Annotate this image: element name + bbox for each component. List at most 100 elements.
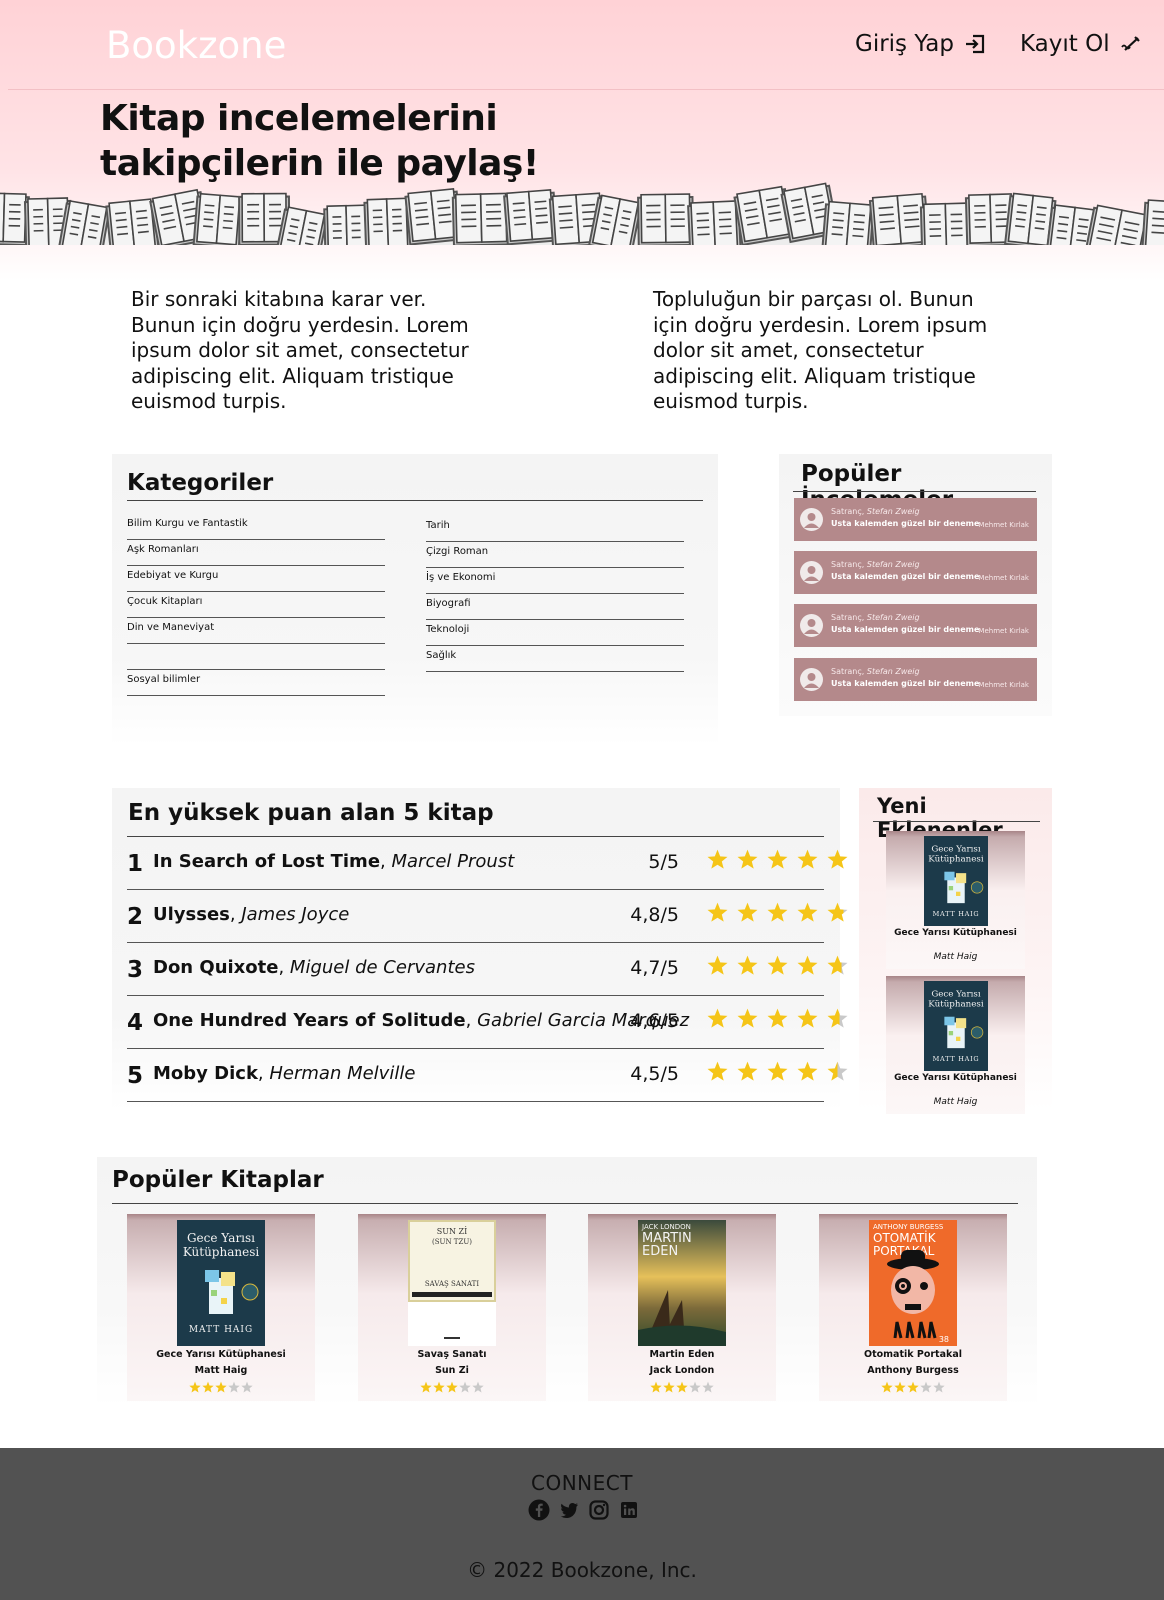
review-book-author: Stefan Zweig xyxy=(866,507,920,516)
review-headline: Usta kalemden güzel bir deneme xyxy=(831,519,980,528)
popular-book-card[interactable]: ANTHONY BURGESS OTOMATİK PORTAKAL 38 Otom… xyxy=(819,1214,1007,1401)
book-cover-image[interactable]: Gece Yarısı Kütüphanesi MATT HAIG xyxy=(177,1220,265,1346)
star-icon xyxy=(459,1381,471,1393)
popular-books-title: Popüler Kitaplar xyxy=(112,1167,324,1193)
review-card[interactable]: Satranç, Stefan Zweig Usta kalemden güzel… xyxy=(794,604,1037,647)
book-cover-image[interactable]: JACK LONDON MARTIN EDEN xyxy=(638,1220,726,1346)
star-icon xyxy=(797,1008,818,1028)
book-rank: 4 xyxy=(127,1010,144,1036)
star-icon xyxy=(797,849,818,869)
book-cover-image[interactable]: Gece Yarısı Kütüphanesi MATT HAIG xyxy=(924,836,988,926)
book-title: Otomatik Portakal xyxy=(864,1349,962,1360)
book-icon xyxy=(57,200,111,245)
category-item[interactable]: Çocuk Kitapları xyxy=(127,592,385,618)
register-link[interactable]: Kayıt Ol xyxy=(1020,31,1143,57)
svg-text:JACK LONDON: JACK LONDON xyxy=(641,1223,691,1231)
book-icon xyxy=(820,200,875,245)
book-title: Moby Dick xyxy=(153,1063,258,1084)
popular-books-panel: Popüler Kitaplar Gece Yarısı Kütüphanesi… xyxy=(97,1157,1037,1407)
book-author: Matt Haig xyxy=(933,1097,978,1107)
star-icon xyxy=(933,1381,945,1393)
star-icon xyxy=(707,849,728,869)
popular-book-card[interactable]: Gece Yarısı Kütüphanesi MATT HAIG Gece Ya… xyxy=(127,1214,315,1401)
top-book-row[interactable]: 4 One Hundred Years of Solitude, Gabriel … xyxy=(127,996,848,1049)
top-book-row[interactable]: 3 Don Quixote, Miguel de Cervantes 4,7/5 xyxy=(127,943,848,996)
review-username: Mehmet Kırlak xyxy=(978,627,1029,635)
review-book-author: Stefan Zweig xyxy=(866,667,920,676)
top-book-row[interactable]: 2 Ulysses, James Joyce 4,8/5 xyxy=(127,890,848,943)
category-item[interactable]: Teknoloji xyxy=(426,620,684,646)
book-rank: 3 xyxy=(127,957,144,983)
category-item[interactable]: Edebiyat ve Kurgu xyxy=(127,566,385,592)
category-item[interactable]: Sosyal bilimler xyxy=(127,670,385,696)
svg-text:SAVAŞ SANATI: SAVAŞ SANATI xyxy=(425,1280,479,1288)
star-icon xyxy=(446,1381,458,1393)
review-headline: Usta kalemden güzel bir deneme xyxy=(831,625,980,634)
category-item[interactable]: Biyografi xyxy=(426,594,684,620)
book-title: In Search of Lost Time xyxy=(153,851,381,872)
star-icon xyxy=(702,1381,714,1393)
book-cover: Gece Yarısı Kütüphanesi MATT HAIG xyxy=(924,981,988,1071)
top-book-row[interactable]: 5 Moby Dick, Herman Melville 4,5/5 xyxy=(127,1049,848,1102)
review-card[interactable]: Satranç, Stefan Zweig Usta kalemden güzel… xyxy=(794,551,1037,594)
top-book-row[interactable]: 1 In Search of Lost Time, Marcel Proust 5/… xyxy=(127,837,848,890)
facebook-icon[interactable] xyxy=(528,1499,550,1521)
star-icon xyxy=(767,849,788,869)
new-additions-divider xyxy=(873,821,1040,822)
category-item[interactable]: İş ve Ekonomi xyxy=(426,568,684,594)
book-title: Gece Yarısı Kütüphanesi xyxy=(156,1349,286,1360)
star-icon xyxy=(737,1061,758,1081)
book-author: Miguel de Cervantes xyxy=(289,957,475,978)
category-item[interactable]: Din ve Maneviyat xyxy=(127,618,385,644)
review-card[interactable]: Satranç, Stefan Zweig Usta kalemden güzel… xyxy=(794,658,1037,701)
review-book-author: Stefan Zweig xyxy=(866,560,920,569)
star-icon xyxy=(767,1061,788,1081)
popular-book-card[interactable]: JACK LONDON MARTIN EDEN Martin Eden Jack … xyxy=(588,1214,776,1401)
svg-text:Kütüphanesi: Kütüphanesi xyxy=(183,1245,260,1259)
book-title-author: Don Quixote, Miguel de Cervantes xyxy=(153,957,475,978)
site-logo[interactable]: Bookzone xyxy=(106,24,286,67)
star-icon xyxy=(420,1381,432,1393)
book-icon xyxy=(323,204,371,245)
category-item[interactable]: Bilim Kurgu ve Fantastik xyxy=(127,514,385,540)
star-icon xyxy=(907,1381,919,1393)
review-book-title: Satranç, xyxy=(831,667,865,676)
book-icon xyxy=(192,192,244,245)
intro-community-text: Topluluğun bir parçası ol. Bunun için do… xyxy=(653,287,988,413)
book-cover-image[interactable]: ANTHONY BURGESS OTOMATİK PORTAKAL 38 xyxy=(869,1220,957,1346)
category-item[interactable]: Tarih xyxy=(426,516,684,542)
instagram-icon[interactable] xyxy=(588,1499,610,1521)
category-item[interactable]: Çizgi Roman xyxy=(426,542,684,568)
star-icon xyxy=(881,1381,893,1393)
review-book-author: Stefan Zweig xyxy=(866,613,920,622)
linkedin-icon[interactable] xyxy=(618,1499,640,1521)
login-link[interactable]: Giriş Yap xyxy=(855,31,987,57)
book-cover-image[interactable]: Gece Yarısı Kütüphanesi MATT HAIG xyxy=(924,981,988,1071)
popular-book-card[interactable]: SUN Zİ (SUN TZU) SAVAŞ SANATI Savaş Sana… xyxy=(358,1214,546,1401)
category-item[interactable] xyxy=(127,644,385,670)
star-icon xyxy=(737,849,758,869)
review-username: Mehmet Kırlak xyxy=(978,521,1029,529)
category-item[interactable]: Aşk Romanları xyxy=(127,540,385,566)
review-book-title: Satranç, xyxy=(831,560,865,569)
category-item[interactable]: Sağlık xyxy=(426,646,684,672)
book-icon xyxy=(919,202,973,245)
new-book-card[interactable]: Gece Yarısı Kütüphanesi MATT HAIG Gece Ya… xyxy=(886,976,1025,1114)
svg-text:ANTHONY BURGESS: ANTHONY BURGESS xyxy=(873,1223,944,1231)
star-icon xyxy=(737,1008,758,1028)
star-icon xyxy=(433,1381,445,1393)
book-icon xyxy=(868,192,931,245)
new-book-card[interactable]: Gece Yarısı Kütüphanesi MATT HAIG Gece Ya… xyxy=(886,831,1025,969)
new-additions-panel: Yeni Eklenenler Gece Yarısı Kütüphanesi … xyxy=(859,788,1052,1114)
svg-text:EDEN: EDEN xyxy=(642,1244,678,1259)
review-card[interactable]: Satranç, Stefan Zweig Usta kalemden güzel… xyxy=(794,498,1037,541)
svg-text:Gece Yarısı: Gece Yarısı xyxy=(187,1231,255,1245)
review-book-meta: Satranç, Stefan Zweig xyxy=(831,667,920,676)
book-author: Marcel Proust xyxy=(391,851,515,872)
star-icon xyxy=(797,1061,818,1081)
star-icon xyxy=(676,1381,688,1393)
book-cover-image[interactable]: SUN Zİ (SUN TZU) SAVAŞ SANATI xyxy=(408,1220,496,1346)
twitter-icon[interactable] xyxy=(558,1499,580,1521)
top-rated-panel: En yüksek puan alan 5 kitap 1 In Search o… xyxy=(112,788,848,1110)
book-stars xyxy=(588,1378,776,1397)
